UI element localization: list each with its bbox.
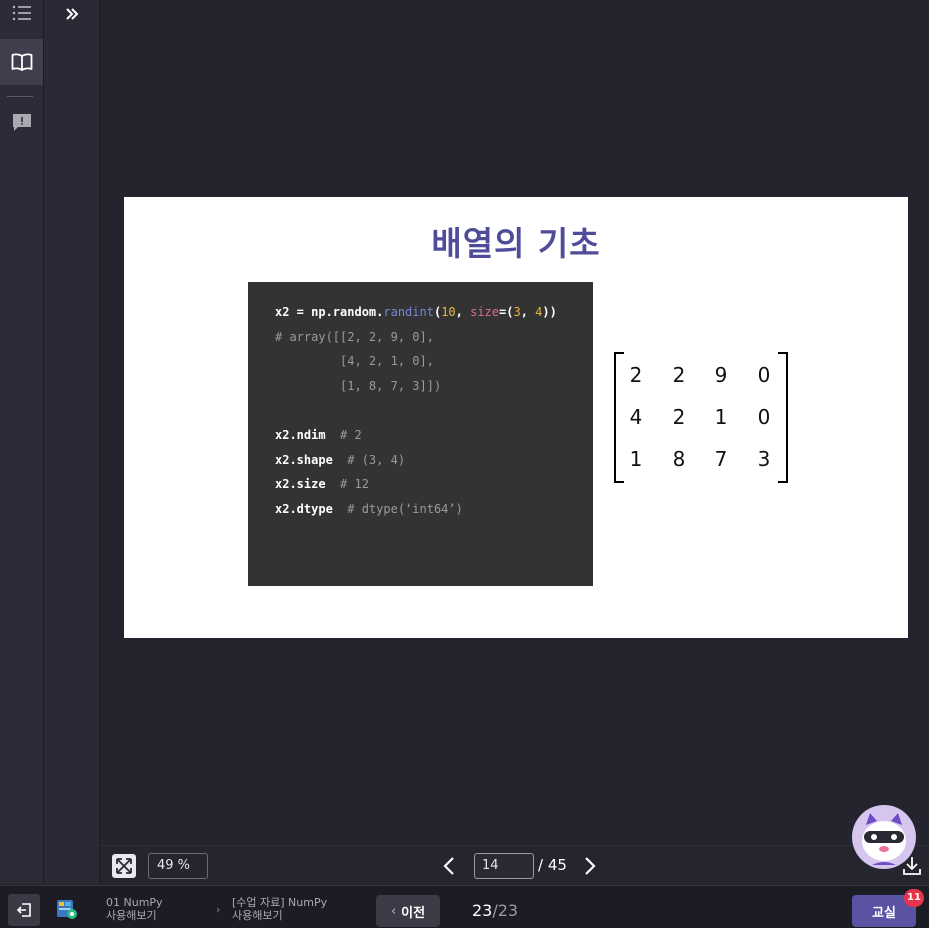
- matrix-cell: 0: [757, 405, 771, 429]
- toc-button[interactable]: [0, 0, 43, 36]
- notification-badge: 11: [904, 889, 924, 907]
- matrix-cell: 1: [629, 447, 643, 471]
- matrix-cell: 8: [672, 447, 686, 471]
- feedback-button[interactable]: [0, 100, 43, 146]
- prev-page-button[interactable]: [438, 854, 460, 878]
- mascot-icon: [862, 813, 906, 865]
- chevron-left-icon: [443, 857, 454, 875]
- fit-screen-icon: [116, 858, 132, 874]
- breadcrumb-course[interactable]: 01 NumPy 사용해보기: [106, 896, 163, 922]
- matrix-cell: 2: [672, 363, 686, 387]
- bottom-bar: 01 NumPy 사용해보기 › [수업 자료] NumPy 사용해보기 ‹ 이…: [0, 885, 929, 928]
- matrix-cell: 4: [629, 405, 643, 429]
- breadcrumb-lesson-line1: [수업 자료] NumPy: [232, 896, 328, 909]
- breadcrumb-lesson[interactable]: [수업 자료] NumPy 사용해보기: [232, 896, 327, 922]
- left-icon-bar: [0, 0, 44, 884]
- progress-total: /23: [492, 901, 519, 920]
- mascot-avatar[interactable]: [852, 805, 916, 869]
- app-root: 배열의 기초 x2 = np.random.randint(10, size=(…: [0, 0, 929, 928]
- matrix-cell: 1: [714, 405, 728, 429]
- double-chevron-right-icon: [66, 8, 79, 20]
- code-line: [4, 2, 1, 0],: [275, 354, 434, 369]
- code-line: x2 = np.random.randint(10, size=(3, 4)): [275, 305, 557, 319]
- expand-panel-button[interactable]: [62, 4, 82, 24]
- viewer-toolbar: 49 % 14 / 45: [100, 845, 929, 885]
- code-line: # array([[2, 2, 9, 0],: [275, 329, 434, 344]
- exit-icon: [16, 903, 31, 917]
- matrix-cell: 2: [672, 405, 686, 429]
- lesson-progress: 23/23: [472, 901, 518, 920]
- breadcrumb-course-line2: 사용해보기: [106, 909, 157, 922]
- code-line: [1, 8, 7, 3]]): [275, 378, 442, 393]
- slide-page: 배열의 기초 x2 = np.random.randint(10, size=(…: [124, 197, 908, 638]
- code-line: x2.dtype # dtype(‘int64’): [275, 501, 463, 516]
- material-button[interactable]: [0, 39, 43, 85]
- matrix-cell: 7: [714, 447, 728, 471]
- matrix-cell: 9: [714, 363, 728, 387]
- breadcrumb-course-line1: 01 NumPy: [106, 896, 163, 909]
- chevron-left-icon: ‹: [390, 903, 397, 919]
- matrix-figure: 2 2 9 0 4 2 1 0 1 8 7 3: [614, 352, 788, 483]
- course-icon: [56, 898, 78, 920]
- progress-current: 23: [472, 901, 493, 920]
- page-total: / 45: [538, 856, 567, 874]
- matrix-bracket-right: [778, 352, 788, 483]
- feedback-icon: [12, 114, 31, 131]
- matrix-cell: 2: [629, 363, 643, 387]
- zoom-level-input[interactable]: 49 %: [148, 853, 208, 879]
- matrix-cell: 3: [757, 447, 771, 471]
- slide-viewer: 배열의 기초 x2 = np.random.randint(10, size=(…: [100, 0, 929, 845]
- code-line: x2.size # 12: [275, 477, 369, 492]
- matrix-cell: 0: [757, 363, 771, 387]
- slide-title: 배열의 기초: [431, 224, 601, 263]
- side-panel: [44, 0, 100, 884]
- previous-button[interactable]: ‹ 이전: [376, 895, 440, 927]
- page-number-input[interactable]: 14: [474, 853, 534, 879]
- chevron-right-icon: [585, 857, 596, 875]
- code-line: x2.shape # (3, 4): [275, 452, 406, 467]
- code-line: x2.ndim # 2: [275, 427, 362, 442]
- book-icon: [11, 53, 32, 71]
- fit-screen-button[interactable]: [112, 854, 136, 878]
- previous-label: 이전: [401, 905, 426, 921]
- breadcrumb-lesson-line2: 사용해보기: [232, 909, 283, 922]
- next-page-button[interactable]: [579, 854, 601, 878]
- icon-bar-divider: [7, 96, 33, 97]
- code-block: x2 = np.random.randint(10, size=(3, 4)) …: [248, 282, 593, 586]
- exit-button[interactable]: [8, 894, 40, 926]
- breadcrumb-separator: ›: [216, 903, 221, 916]
- list-icon: [12, 5, 31, 21]
